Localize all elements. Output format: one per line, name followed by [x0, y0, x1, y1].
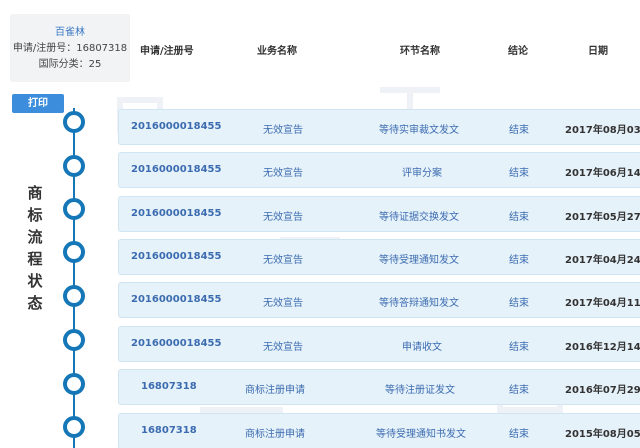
side-label-char: 商 [27, 184, 43, 202]
timeline-node-icon [63, 373, 85, 395]
cell-regno: 2016000018455 [131, 251, 222, 262]
header-step: 环节名称 [400, 46, 440, 57]
table-row[interactable]: 16807318 商标注册申请 等待注册证发文 结束 2016年07月29日 [118, 369, 640, 405]
side-label-char: 程 [27, 250, 43, 268]
cell-date: 2017年08月03日 [565, 125, 640, 136]
header-result: 结论 [508, 46, 528, 57]
cell-date: 2015年08月05日 [565, 429, 640, 440]
table-header: 申请/注册号 业务名称 环节名称 结论 日期 [130, 14, 640, 82]
cell-step: 等待证据交换发文 [379, 212, 459, 223]
cell-result: 结束 [509, 429, 529, 440]
timeline-node-icon [63, 416, 85, 438]
cell-result: 结束 [509, 212, 529, 223]
cell-result: 结束 [509, 342, 529, 353]
cell-regno: 2016000018455 [131, 338, 222, 349]
print-button[interactable]: 打印 [12, 94, 64, 113]
side-label-char: 流 [27, 228, 43, 246]
international-class: 国际分类：25 [38, 59, 102, 70]
cell-date: 2016年12月14日 [565, 342, 640, 353]
cell-step: 等待实审裁文发文 [379, 125, 459, 136]
cell-regno: 2016000018455 [131, 208, 222, 219]
cell-regno: 16807318 [141, 381, 197, 392]
cell-business: 无效宣告 [263, 168, 303, 179]
table-row[interactable]: 2016000018455 无效宣告 等待答辩通知发文 结束 2017年04月1… [118, 282, 640, 318]
cell-step: 等待受理通知发文 [379, 255, 459, 266]
trademark-info-card: 百雀林 申请/注册号：16807318 国际分类：25 [10, 14, 130, 82]
cell-business: 无效宣告 [263, 298, 303, 309]
side-label-char: 状 [27, 272, 43, 290]
side-label-char: 态 [27, 294, 43, 312]
table-row[interactable]: 2016000018455 无效宣告 等待受理通知发文 结束 2017年04月2… [118, 239, 640, 275]
cell-regno: 2016000018455 [131, 164, 222, 175]
cell-date: 2017年04月24日 [565, 255, 640, 266]
cell-step: 等待注册证发文 [385, 385, 455, 396]
cell-date: 2017年05月27日 [565, 212, 640, 223]
cell-result: 结束 [509, 125, 529, 136]
cell-date: 2017年04月11日 [565, 298, 640, 309]
trademark-name: 百雀林 [55, 27, 85, 38]
cell-business: 商标注册申请 [245, 385, 305, 396]
cell-step: 等待答辩通知发文 [379, 298, 459, 309]
side-label-char: 标 [27, 206, 43, 224]
cell-regno: 2016000018455 [131, 294, 222, 305]
cell-date: 2016年07月29日 [565, 385, 640, 396]
timeline-node-icon [63, 111, 85, 133]
cell-business: 无效宣告 [263, 125, 303, 136]
header-date: 日期 [588, 46, 608, 57]
cell-result: 结束 [509, 298, 529, 309]
trademark-process-status-label: 商 标 流 程 状 态 [20, 182, 50, 314]
header-regno: 申请/注册号 [140, 46, 194, 57]
cell-step: 等待受理通知书发文 [376, 429, 466, 440]
page-root: 百雀林 申请/注册号：16807318 国际分类：25 申请/注册号 业务名称 … [0, 0, 640, 448]
cell-step: 申请收文 [402, 342, 442, 353]
cell-business: 无效宣告 [263, 212, 303, 223]
cell-date: 2017年06月14日 [565, 168, 640, 179]
table-row[interactable]: 16807318 商标注册申请 等待受理通知书发文 结束 2015年08月05日 [118, 413, 640, 448]
cell-business: 无效宣告 [263, 255, 303, 266]
header-business: 业务名称 [257, 46, 297, 57]
timeline-node-icon [63, 241, 85, 263]
timeline-node-icon [63, 155, 85, 177]
cell-business: 无效宣告 [263, 342, 303, 353]
timeline-node-icon [63, 285, 85, 307]
cell-regno: 16807318 [141, 425, 197, 436]
timeline-node-icon [63, 198, 85, 220]
registration-number: 申请/注册号：16807318 [12, 43, 128, 54]
table-row[interactable]: 2016000018455 无效宣告 申请收文 结束 2016年12月14日 [118, 326, 640, 362]
table-row[interactable]: 2016000018455 无效宣告 等待实审裁文发文 结束 2017年08月0… [118, 109, 640, 145]
cell-result: 结束 [509, 168, 529, 179]
table-row[interactable]: 2016000018455 无效宣告 评审分案 结束 2017年06月14日 [118, 152, 640, 188]
cell-result: 结束 [509, 255, 529, 266]
cell-result: 结束 [509, 385, 529, 396]
timeline-node-icon [63, 329, 85, 351]
cell-regno: 2016000018455 [131, 121, 222, 132]
cell-step: 评审分案 [402, 168, 442, 179]
table-row[interactable]: 2016000018455 无效宣告 等待证据交换发文 结束 2017年05月2… [118, 196, 640, 232]
cell-business: 商标注册申请 [245, 429, 305, 440]
